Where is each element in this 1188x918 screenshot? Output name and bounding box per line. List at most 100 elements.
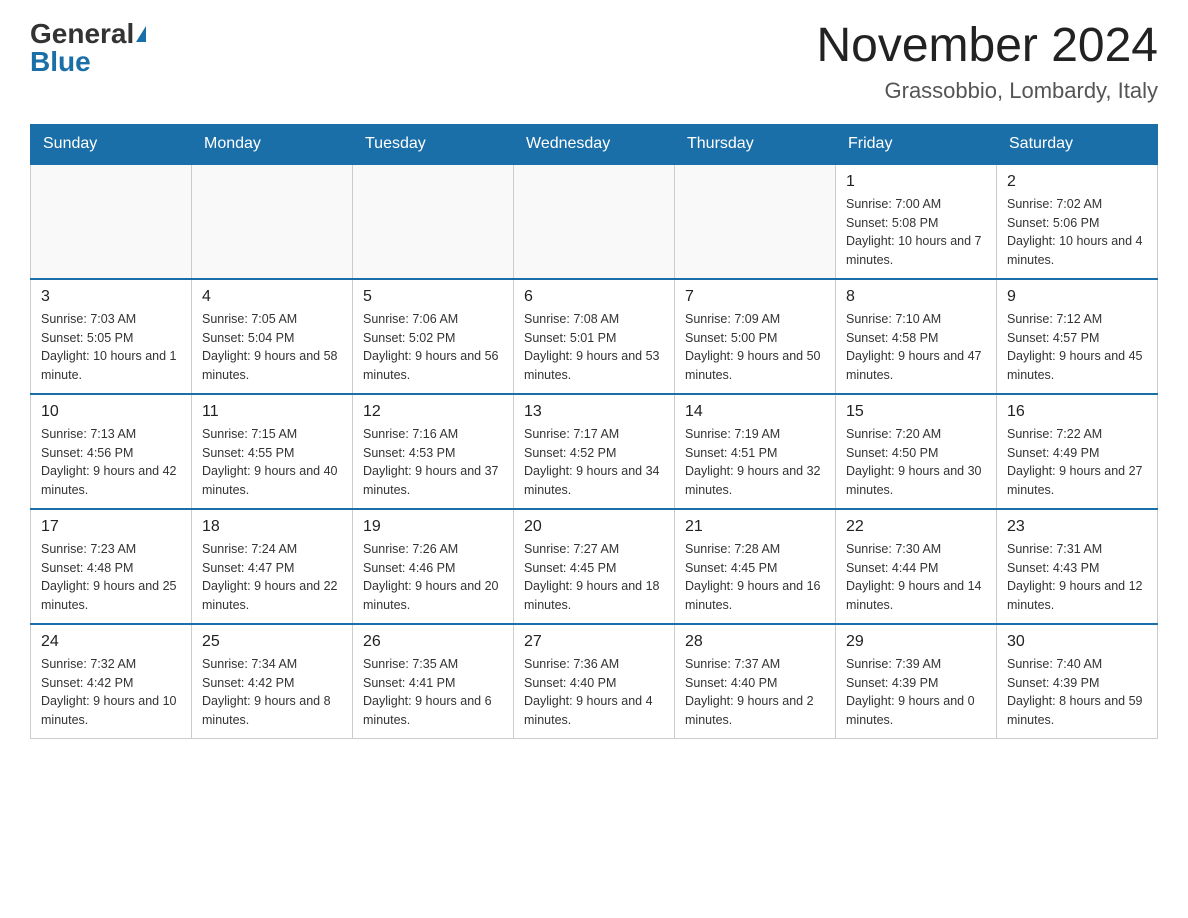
day-info: Sunrise: 7:23 AM Sunset: 4:48 PM Dayligh…: [41, 540, 181, 615]
logo-general-text: General: [30, 20, 134, 48]
location-text: Grassobbio, Lombardy, Italy: [816, 78, 1158, 104]
day-number: 24: [41, 633, 181, 651]
calendar-cell: 20 Sunrise: 7:27 AM Sunset: 4:45 PM Dayli…: [514, 509, 675, 624]
calendar-cell: 2Sunrise: 7:02 AM Sunset: 5:06 PM Daylig…: [997, 164, 1158, 279]
day-number: 3: [41, 288, 181, 306]
day-number: 7: [685, 288, 825, 306]
calendar-cell: 19Sunrise: 7:26 AM Sunset: 4:46 PM Dayli…: [353, 509, 514, 624]
calendar-week-row: 3 Sunrise: 7:03 AM Sunset: 5:05 PM Daylig…: [31, 279, 1158, 394]
day-number: 22: [846, 518, 986, 536]
day-number: 18: [202, 518, 342, 536]
day-number: 30: [1007, 633, 1147, 651]
day-number: 9: [1007, 288, 1147, 306]
calendar-week-row: 1 Sunrise: 7:00 AM Sunset: 5:08 PM Daylig…: [31, 164, 1158, 279]
calendar-cell: 30 Sunrise: 7:40 AM Sunset: 4:39 PM Dayli…: [997, 624, 1158, 739]
calendar-table: SundayMondayTuesdayWednesdayThursdayFrid…: [30, 124, 1158, 739]
day-number: 2: [1007, 173, 1147, 191]
day-number: 20: [524, 518, 664, 536]
day-of-week-header: Saturday: [997, 124, 1158, 164]
logo: General Blue: [30, 20, 146, 76]
day-number: 4: [202, 288, 342, 306]
day-number: 29: [846, 633, 986, 651]
day-info: Sunrise: 7:12 AM Sunset: 4:57 PM Dayligh…: [1007, 310, 1147, 385]
calendar-cell: 22 Sunrise: 7:30 AM Sunset: 4:44 PM Dayli…: [836, 509, 997, 624]
day-number: 26: [363, 633, 503, 651]
day-number: 5: [363, 288, 503, 306]
day-number: 27: [524, 633, 664, 651]
day-info: Sunrise: 7:37 AM Sunset: 4:40 PM Dayligh…: [685, 655, 825, 730]
month-title: November 2024: [816, 20, 1158, 73]
day-info: Sunrise: 7:00 AM Sunset: 5:08 PM Dayligh…: [846, 195, 986, 270]
calendar-cell: 9 Sunrise: 7:12 AM Sunset: 4:57 PM Daylig…: [997, 279, 1158, 394]
day-number: 25: [202, 633, 342, 651]
day-number: 21: [685, 518, 825, 536]
calendar-cell: 26 Sunrise: 7:35 AM Sunset: 4:41 PM Dayli…: [353, 624, 514, 739]
day-number: 23: [1007, 518, 1147, 536]
day-info: Sunrise: 7:28 AM Sunset: 4:45 PM Dayligh…: [685, 540, 825, 615]
day-info: Sunrise: 7:32 AM Sunset: 4:42 PM Dayligh…: [41, 655, 181, 730]
day-info: Sunrise: 7:24 AM Sunset: 4:47 PM Dayligh…: [202, 540, 342, 615]
day-of-week-header: Thursday: [675, 124, 836, 164]
calendar-cell: 4 Sunrise: 7:05 AM Sunset: 5:04 PM Daylig…: [192, 279, 353, 394]
calendar-cell: 28Sunrise: 7:37 AM Sunset: 4:40 PM Dayli…: [675, 624, 836, 739]
day-info: Sunrise: 7:30 AM Sunset: 4:44 PM Dayligh…: [846, 540, 986, 615]
day-number: 17: [41, 518, 181, 536]
calendar-cell: 23Sunrise: 7:31 AM Sunset: 4:43 PM Dayli…: [997, 509, 1158, 624]
page-header: General Blue November 2024 Grassobbio, L…: [30, 20, 1158, 104]
calendar-cell: [514, 164, 675, 279]
day-info: Sunrise: 7:03 AM Sunset: 5:05 PM Dayligh…: [41, 310, 181, 385]
day-info: Sunrise: 7:22 AM Sunset: 4:49 PM Dayligh…: [1007, 425, 1147, 500]
day-info: Sunrise: 7:40 AM Sunset: 4:39 PM Dayligh…: [1007, 655, 1147, 730]
calendar-cell: 13 Sunrise: 7:17 AM Sunset: 4:52 PM Dayli…: [514, 394, 675, 509]
calendar-cell: 8 Sunrise: 7:10 AM Sunset: 4:58 PM Daylig…: [836, 279, 997, 394]
calendar-cell: 29 Sunrise: 7:39 AM Sunset: 4:39 PM Dayli…: [836, 624, 997, 739]
calendar-week-row: 24 Sunrise: 7:32 AM Sunset: 4:42 PM Dayli…: [31, 624, 1158, 739]
day-number: 13: [524, 403, 664, 421]
calendar-cell: 6 Sunrise: 7:08 AM Sunset: 5:01 PM Daylig…: [514, 279, 675, 394]
calendar-cell: 17 Sunrise: 7:23 AM Sunset: 4:48 PM Dayli…: [31, 509, 192, 624]
day-number: 14: [685, 403, 825, 421]
day-info: Sunrise: 7:13 AM Sunset: 4:56 PM Dayligh…: [41, 425, 181, 500]
calendar-cell: 16 Sunrise: 7:22 AM Sunset: 4:49 PM Dayli…: [997, 394, 1158, 509]
calendar-cell: [675, 164, 836, 279]
title-block: November 2024 Grassobbio, Lombardy, Ital…: [816, 20, 1158, 104]
day-of-week-header: Wednesday: [514, 124, 675, 164]
calendar-cell: 1 Sunrise: 7:00 AM Sunset: 5:08 PM Daylig…: [836, 164, 997, 279]
calendar-cell: 25 Sunrise: 7:34 AM Sunset: 4:42 PM Dayli…: [192, 624, 353, 739]
day-number: 11: [202, 403, 342, 421]
calendar-header: SundayMondayTuesdayWednesdayThursdayFrid…: [31, 124, 1158, 164]
day-of-week-header: Monday: [192, 124, 353, 164]
calendar-cell: 27 Sunrise: 7:36 AM Sunset: 4:40 PM Dayli…: [514, 624, 675, 739]
day-of-week-header: Friday: [836, 124, 997, 164]
day-number: 8: [846, 288, 986, 306]
day-number: 6: [524, 288, 664, 306]
day-of-week-header: Tuesday: [353, 124, 514, 164]
calendar-cell: 24 Sunrise: 7:32 AM Sunset: 4:42 PM Dayli…: [31, 624, 192, 739]
calendar-week-row: 10 Sunrise: 7:13 AM Sunset: 4:56 PM Dayli…: [31, 394, 1158, 509]
day-info: Sunrise: 7:08 AM Sunset: 5:01 PM Dayligh…: [524, 310, 664, 385]
day-info: Sunrise: 7:17 AM Sunset: 4:52 PM Dayligh…: [524, 425, 664, 500]
logo-triangle-icon: [136, 26, 146, 42]
day-info: Sunrise: 7:39 AM Sunset: 4:39 PM Dayligh…: [846, 655, 986, 730]
calendar-cell: 14Sunrise: 7:19 AM Sunset: 4:51 PM Dayli…: [675, 394, 836, 509]
day-info: Sunrise: 7:06 AM Sunset: 5:02 PM Dayligh…: [363, 310, 503, 385]
logo-blue-text: Blue: [30, 48, 91, 76]
day-number: 12: [363, 403, 503, 421]
day-info: Sunrise: 7:20 AM Sunset: 4:50 PM Dayligh…: [846, 425, 986, 500]
calendar-cell: 18 Sunrise: 7:24 AM Sunset: 4:47 PM Dayli…: [192, 509, 353, 624]
calendar-cell: 11Sunrise: 7:15 AM Sunset: 4:55 PM Dayli…: [192, 394, 353, 509]
day-info: Sunrise: 7:10 AM Sunset: 4:58 PM Dayligh…: [846, 310, 986, 385]
day-info: Sunrise: 7:35 AM Sunset: 4:41 PM Dayligh…: [363, 655, 503, 730]
day-number: 16: [1007, 403, 1147, 421]
day-number: 1: [846, 173, 986, 191]
day-info: Sunrise: 7:36 AM Sunset: 4:40 PM Dayligh…: [524, 655, 664, 730]
day-info: Sunrise: 7:34 AM Sunset: 4:42 PM Dayligh…: [202, 655, 342, 730]
day-info: Sunrise: 7:09 AM Sunset: 5:00 PM Dayligh…: [685, 310, 825, 385]
calendar-cell: [192, 164, 353, 279]
day-info: Sunrise: 7:27 AM Sunset: 4:45 PM Dayligh…: [524, 540, 664, 615]
day-info: Sunrise: 7:16 AM Sunset: 4:53 PM Dayligh…: [363, 425, 503, 500]
day-number: 10: [41, 403, 181, 421]
day-info: Sunrise: 7:05 AM Sunset: 5:04 PM Dayligh…: [202, 310, 342, 385]
calendar-cell: 12 Sunrise: 7:16 AM Sunset: 4:53 PM Dayli…: [353, 394, 514, 509]
calendar-cell: [353, 164, 514, 279]
